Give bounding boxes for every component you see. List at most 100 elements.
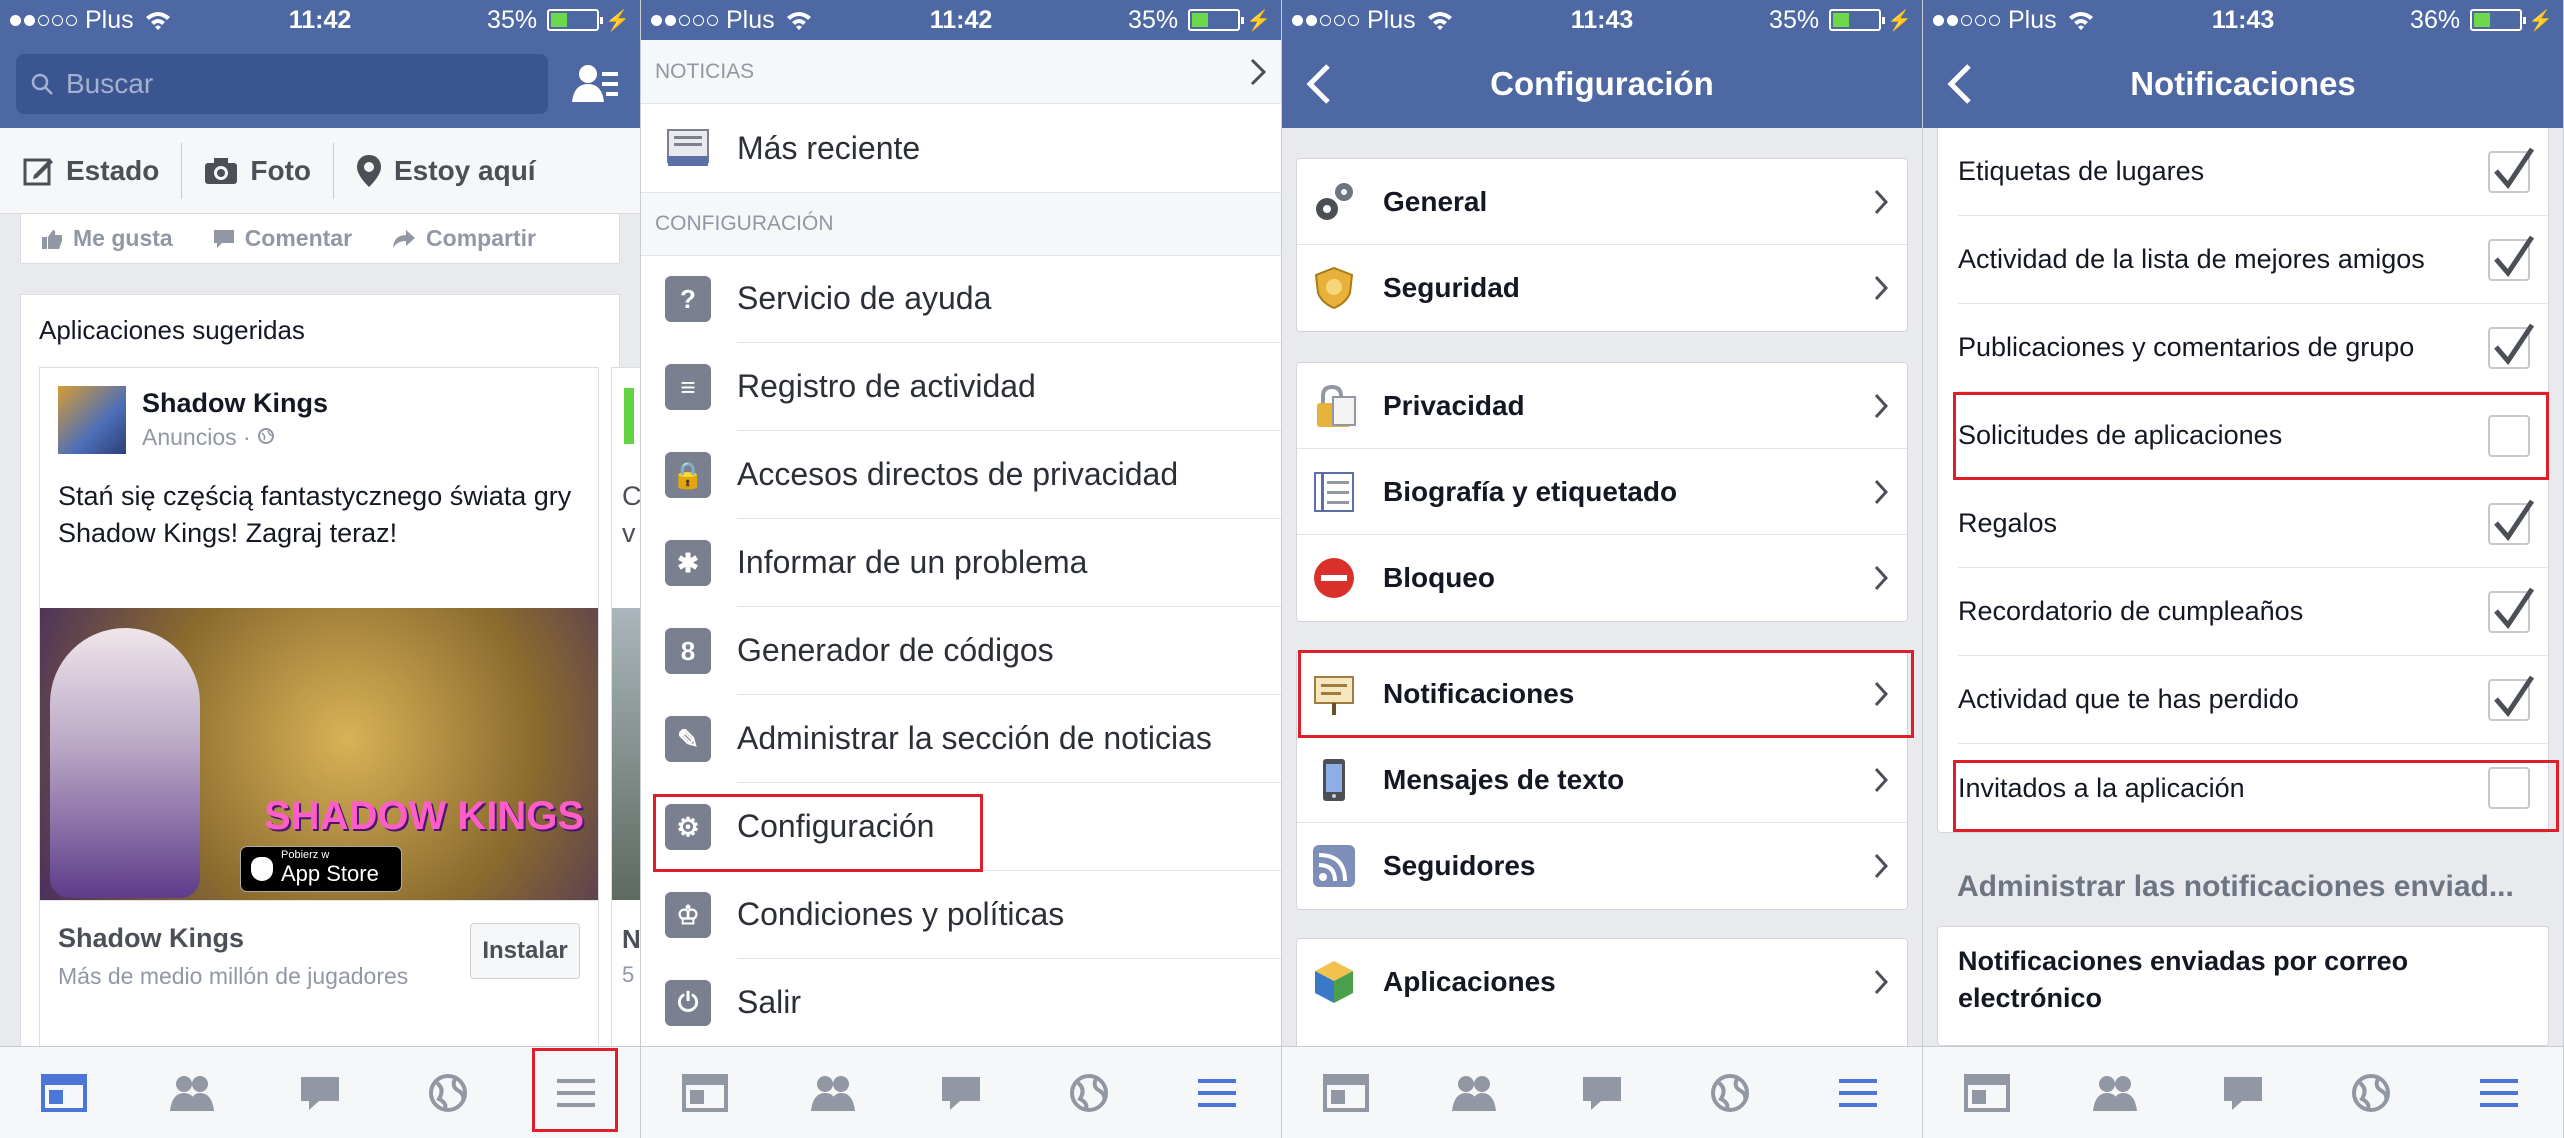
- composite-screenshot: Plus 11:42 35% ⚡ Buscar Estado Foto Estoy…: [0, 0, 2564, 1138]
- menu-item-privacy-shortcuts[interactable]: 🔒 Accesos directos de privacidad: [641, 431, 1281, 519]
- tab-notifications[interactable]: [2341, 1063, 2401, 1123]
- install-button[interactable]: Instalar: [470, 923, 580, 979]
- checkbox-checked[interactable]: [2488, 675, 2535, 721]
- highlight-box: [532, 1048, 618, 1132]
- hamburger-menu-icon: [2480, 1078, 2518, 1107]
- code-generator-icon: 8: [665, 628, 711, 674]
- menu-item-code-generator[interactable]: 8 Generador de códigos: [641, 607, 1281, 695]
- section-header-configuracion: CONFIGURACIÓN: [641, 192, 1281, 256]
- tab-news-feed[interactable]: [1316, 1063, 1376, 1123]
- settings-row-privacy[interactable]: Privacidad: [1297, 363, 1907, 449]
- app-name[interactable]: Shadow Kings: [142, 388, 328, 419]
- search-input[interactable]: Buscar: [16, 54, 548, 114]
- tab-more[interactable]: [1828, 1063, 1888, 1123]
- settings-row-apps[interactable]: Aplicaciones: [1297, 939, 1907, 1025]
- share-icon: [393, 229, 416, 248]
- settings-row-blocking[interactable]: Bloqueo: [1297, 535, 1907, 621]
- option-label: Actividad de la lista de mejores amigos: [1958, 244, 2425, 274]
- settings-row-text-messages[interactable]: Mensajes de texto: [1297, 737, 1907, 823]
- tab-messages[interactable]: [1572, 1063, 1632, 1123]
- comment-button[interactable]: Comentar: [213, 225, 352, 252]
- menu-item-manage-news-feed[interactable]: ✎ Administrar la sección de noticias: [641, 695, 1281, 783]
- next-app-card-partial[interactable]: C v N 5: [611, 367, 640, 1057]
- check-in-button[interactable]: Estoy aquí: [334, 154, 558, 188]
- menu-item-label: Informar de un problema: [737, 519, 1281, 607]
- chevron-right-icon: [1874, 189, 1889, 214]
- friend-list-icon[interactable]: [572, 62, 620, 106]
- chevron-right-icon: [1874, 969, 1889, 995]
- ad-image[interactable]: SHADOW KINGS Pobierz w App Store: [40, 608, 598, 900]
- app-store-badge[interactable]: Pobierz w App Store: [240, 846, 402, 892]
- menu-item-terms-policies[interactable]: ♔ Condiciones y políticas: [641, 871, 1281, 959]
- menu-item-most-recent[interactable]: Más reciente: [641, 104, 1281, 192]
- tab-notifications[interactable]: [1700, 1063, 1760, 1123]
- notification-option-row[interactable]: Actividad que te has perdido: [1958, 656, 2548, 744]
- checkbox-checked[interactable]: [2488, 235, 2535, 281]
- notification-option-row[interactable]: Publicaciones y comentarios de grupo: [1958, 304, 2548, 392]
- settings-row-general[interactable]: General: [1297, 159, 1907, 245]
- notification-option-row[interactable]: Actividad de la lista de mejores amigos: [1958, 216, 2548, 304]
- tab-friend-requests[interactable]: [2085, 1063, 2145, 1123]
- battery-percent: 35%: [1128, 5, 1179, 34]
- share-button[interactable]: Compartir: [392, 225, 536, 252]
- tab-notifications[interactable]: [1059, 1063, 1119, 1123]
- tab-more[interactable]: [1187, 1063, 1247, 1123]
- menu-item-help[interactable]: ? Servicio de ayuda: [641, 255, 1281, 343]
- news-feed-icon: [41, 1073, 87, 1112]
- tab-messages[interactable]: [931, 1063, 991, 1123]
- notification-option-row[interactable]: Regalos: [1958, 480, 2548, 568]
- notification-option-row[interactable]: Etiquetas de lugares: [1958, 128, 2548, 216]
- app-avatar[interactable]: [58, 386, 126, 454]
- checkbox-checked[interactable]: [2488, 587, 2535, 633]
- tab-friend-requests[interactable]: [162, 1063, 222, 1123]
- top-bar: Buscar: [0, 40, 640, 128]
- tab-messages[interactable]: [2213, 1063, 2273, 1123]
- gears-icon: [1311, 179, 1357, 225]
- settings-row-security[interactable]: Seguridad: [1297, 245, 1907, 331]
- notification-option-row[interactable]: Recordatorio de cumpleaños: [1958, 568, 2548, 656]
- tab-notifications[interactable]: [418, 1063, 478, 1123]
- comment-label: Comentar: [244, 225, 353, 251]
- store-badge-small: Pobierz w: [281, 849, 330, 861]
- menu-item-label: Accesos directos de privacidad: [737, 431, 1281, 519]
- page-title: Notificaciones: [2130, 65, 2356, 102]
- menu-item-report-problem[interactable]: ✱ Informar de un problema: [641, 519, 1281, 607]
- checkbox-checked[interactable]: [2488, 147, 2535, 193]
- settings-row-timeline-tagging[interactable]: Biografía y etiquetado: [1297, 449, 1907, 535]
- tab-news-feed[interactable]: [1957, 1063, 2017, 1123]
- section-label: NOTICIAS: [655, 59, 755, 83]
- share-label: Compartir: [426, 225, 536, 251]
- block-icon: [1311, 555, 1357, 601]
- tab-messages[interactable]: [290, 1063, 350, 1123]
- search-icon: [31, 73, 53, 95]
- email-notifications-row[interactable]: Notificaciones enviadas por correo elect…: [1937, 926, 2549, 1046]
- tab-bar: [1282, 1046, 1922, 1138]
- app-ad-card[interactable]: Shadow Kings Anuncios · Stań się częścią…: [39, 367, 599, 1057]
- menu-item-label: Condiciones y políticas: [737, 871, 1281, 959]
- location-pin-icon: [357, 154, 381, 187]
- partial-description: C v: [622, 481, 640, 548]
- tab-friend-requests[interactable]: [803, 1063, 863, 1123]
- menu-item-activity-log[interactable]: ≡ Registro de actividad: [641, 343, 1281, 431]
- settings-group-4: Aplicaciones: [1296, 938, 1908, 1048]
- checkbox-checked[interactable]: [2488, 323, 2535, 369]
- settings-row-followers[interactable]: Seguidores: [1297, 823, 1907, 909]
- chat-bubble-icon: [301, 1076, 339, 1110]
- ad-footer: Shadow Kings Más de medio millón de juga…: [40, 900, 598, 1000]
- settings-label: Seguidores: [1383, 850, 1536, 881]
- checkbox-checked[interactable]: [2488, 499, 2535, 545]
- tab-news-feed[interactable]: [675, 1063, 735, 1123]
- photo-button[interactable]: Foto: [182, 155, 333, 187]
- status-button[interactable]: Estado: [0, 155, 181, 187]
- section-header-noticias[interactable]: NOTICIAS: [641, 40, 1281, 104]
- menu-item-logout[interactable]: ⏻ Salir: [641, 959, 1281, 1047]
- settings-label: Mensajes de texto: [1383, 763, 1625, 795]
- tab-more[interactable]: [2469, 1063, 2529, 1123]
- nav-bar: Configuración: [1282, 40, 1922, 128]
- battery-icon: [1188, 9, 1245, 31]
- tab-news-feed[interactable]: [34, 1063, 94, 1123]
- like-button[interactable]: Me gusta: [41, 225, 173, 252]
- globe-icon: [429, 1073, 467, 1112]
- phone-news-feed: Plus 11:42 35% ⚡ Buscar Estado Foto Estoy…: [0, 0, 640, 1138]
- tab-friend-requests[interactable]: [1444, 1063, 1504, 1123]
